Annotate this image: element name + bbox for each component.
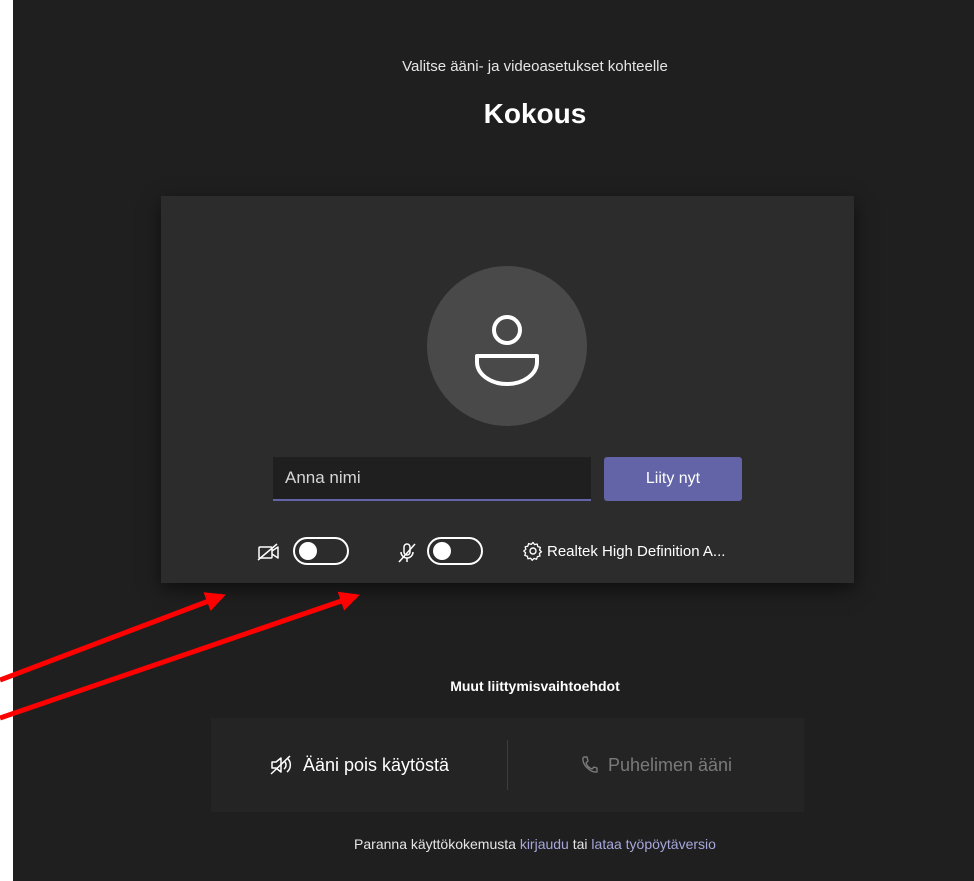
annotation-arrows <box>0 591 360 721</box>
annotation-arrow-camera <box>0 592 226 683</box>
